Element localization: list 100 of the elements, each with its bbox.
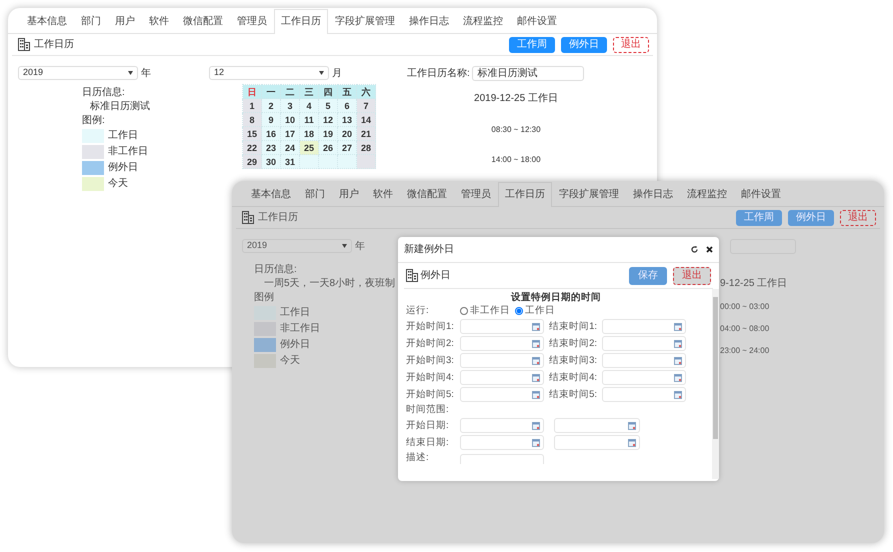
calendar-icon — [674, 390, 682, 398]
calendar-icon — [674, 340, 682, 348]
time-range: 23:00 ~ 24:00 — [720, 345, 770, 357]
tab[interactable]: 邮件设置 — [510, 9, 564, 33]
legend-label: 今天 — [280, 355, 300, 367]
legend-label: 非工作日 — [280, 323, 320, 335]
month-label: 月 — [332, 66, 342, 80]
radio-button[interactable] — [460, 307, 468, 315]
caret-icon — [342, 244, 347, 248]
tab[interactable]: 邮件设置 — [734, 182, 788, 206]
legend-label: 工作日 — [108, 130, 138, 142]
scrollbar[interactable] — [712, 289, 719, 479]
refresh-icon[interactable] — [691, 246, 698, 253]
tab[interactable]: 部门 — [74, 9, 108, 33]
button[interactable]: 退出 — [613, 36, 649, 52]
date-status: 9-12-25 工作日 — [720, 277, 788, 291]
year-select[interactable]: 2019 — [18, 66, 138, 80]
tab[interactable]: 操作日志 — [402, 9, 456, 33]
building-icon — [18, 38, 30, 51]
end-time-field[interactable] — [602, 353, 686, 368]
start-time-label: 开始时间2: — [406, 338, 455, 350]
tab[interactable]: 用户 — [108, 9, 142, 33]
calendar-icon — [532, 422, 540, 430]
name-label: 工作日历名称: — [407, 66, 470, 80]
calendar-icon — [532, 390, 540, 398]
legend-label: 今天 — [108, 178, 128, 190]
calendar-icon — [532, 438, 540, 446]
tab[interactable]: 部门 — [298, 182, 332, 206]
day-cell[interactable]: 8 — [242, 112, 262, 126]
calendar-icon — [532, 322, 540, 330]
end-time-field[interactable] — [602, 370, 686, 385]
info-label: 日历信息: — [82, 87, 125, 99]
end-time-field[interactable] — [602, 319, 686, 334]
radio-label: 工作日 — [525, 305, 555, 317]
start-time-field[interactable] — [460, 336, 544, 351]
tab[interactable]: 流程监控 — [456, 9, 510, 33]
tab[interactable]: 微信配置 — [176, 9, 230, 33]
end-time-field[interactable] — [602, 336, 686, 351]
tab[interactable]: 流程监控 — [680, 182, 734, 206]
calendar-icon — [532, 356, 540, 364]
start-time-field[interactable] — [460, 370, 544, 385]
tab[interactable]: 管理员 — [454, 182, 498, 206]
tab[interactable]: 工作日历 — [498, 182, 552, 207]
tab[interactable]: 软件 — [142, 9, 176, 33]
page-title: 工作日历 — [258, 211, 298, 225]
page-title: 工作日历 — [34, 38, 74, 52]
close-icon[interactable] — [706, 246, 713, 253]
weekday-header: 五 — [338, 84, 356, 98]
start-time-field[interactable] — [460, 353, 544, 368]
day-cell[interactable]: 15 — [242, 126, 262, 140]
day-cell[interactable]: 29 — [242, 154, 262, 168]
time-range: 14:00 ~ 18:00 — [491, 154, 541, 166]
calendar-icon — [532, 340, 540, 348]
weekday-header: 一 — [262, 84, 280, 98]
info-label: 日历信息: — [254, 264, 297, 276]
legend-label: 例外日 — [280, 339, 310, 351]
name-field[interactable]: 标准日历测试 — [472, 66, 584, 80]
dialog-title: 新建例外日 — [404, 242, 455, 257]
weekday-header: 六 — [356, 84, 376, 98]
calendar-icon — [628, 438, 636, 446]
weekday-header: 四 — [318, 84, 338, 98]
month-select[interactable]: 12 — [209, 66, 329, 80]
calendar-icon — [674, 374, 682, 382]
day-cell[interactable]: 22 — [242, 140, 262, 154]
building-icon — [406, 269, 418, 282]
description-field[interactable] — [460, 454, 544, 464]
time-range: 00:00 ~ 03:00 — [720, 301, 770, 313]
year-select[interactable]: 2019 — [242, 239, 352, 253]
legend-label: 非工作日 — [108, 146, 148, 158]
caret-icon — [319, 71, 324, 75]
tab[interactable]: 操作日志 — [626, 182, 680, 206]
select-value: 12 — [214, 66, 224, 80]
select-value: 2019 — [23, 66, 44, 80]
start-time-field[interactable] — [460, 387, 544, 402]
date-field[interactable] — [460, 435, 544, 450]
tab[interactable]: 基本信息 — [244, 182, 298, 206]
tab[interactable]: 字段扩展管理 — [328, 9, 402, 33]
tab[interactable]: 管理员 — [230, 9, 274, 33]
weekday-header: 二 — [280, 84, 300, 98]
tab[interactable]: 字段扩展管理 — [552, 182, 626, 206]
tab[interactable]: 用户 — [332, 182, 366, 206]
end-time-label: 结束时间3: — [548, 354, 598, 366]
tab[interactable]: 工作日历 — [274, 9, 328, 34]
year-label: 年 — [355, 240, 365, 254]
end-time-label: 结束时间4: — [548, 372, 598, 384]
tab[interactable]: 软件 — [366, 182, 400, 206]
end-time-field[interactable] — [602, 387, 686, 402]
time-range: 04:00 ~ 08:00 — [720, 323, 770, 335]
legend-label: 图例 — [254, 292, 274, 304]
date-field[interactable] — [554, 435, 640, 450]
day-cell[interactable]: 1 — [242, 98, 262, 112]
date-field[interactable] — [460, 418, 544, 433]
radio-button[interactable] — [515, 307, 523, 315]
weekday-header: 日 — [242, 84, 262, 98]
end-time-label: 结束时间1: — [548, 320, 598, 332]
tab[interactable]: 微信配置 — [400, 182, 454, 206]
tab[interactable]: 基本信息 — [20, 9, 74, 33]
section-title: 设置特例日期的时间 — [511, 292, 601, 304]
date-field[interactable] — [554, 418, 640, 433]
start-time-field[interactable] — [460, 319, 544, 334]
